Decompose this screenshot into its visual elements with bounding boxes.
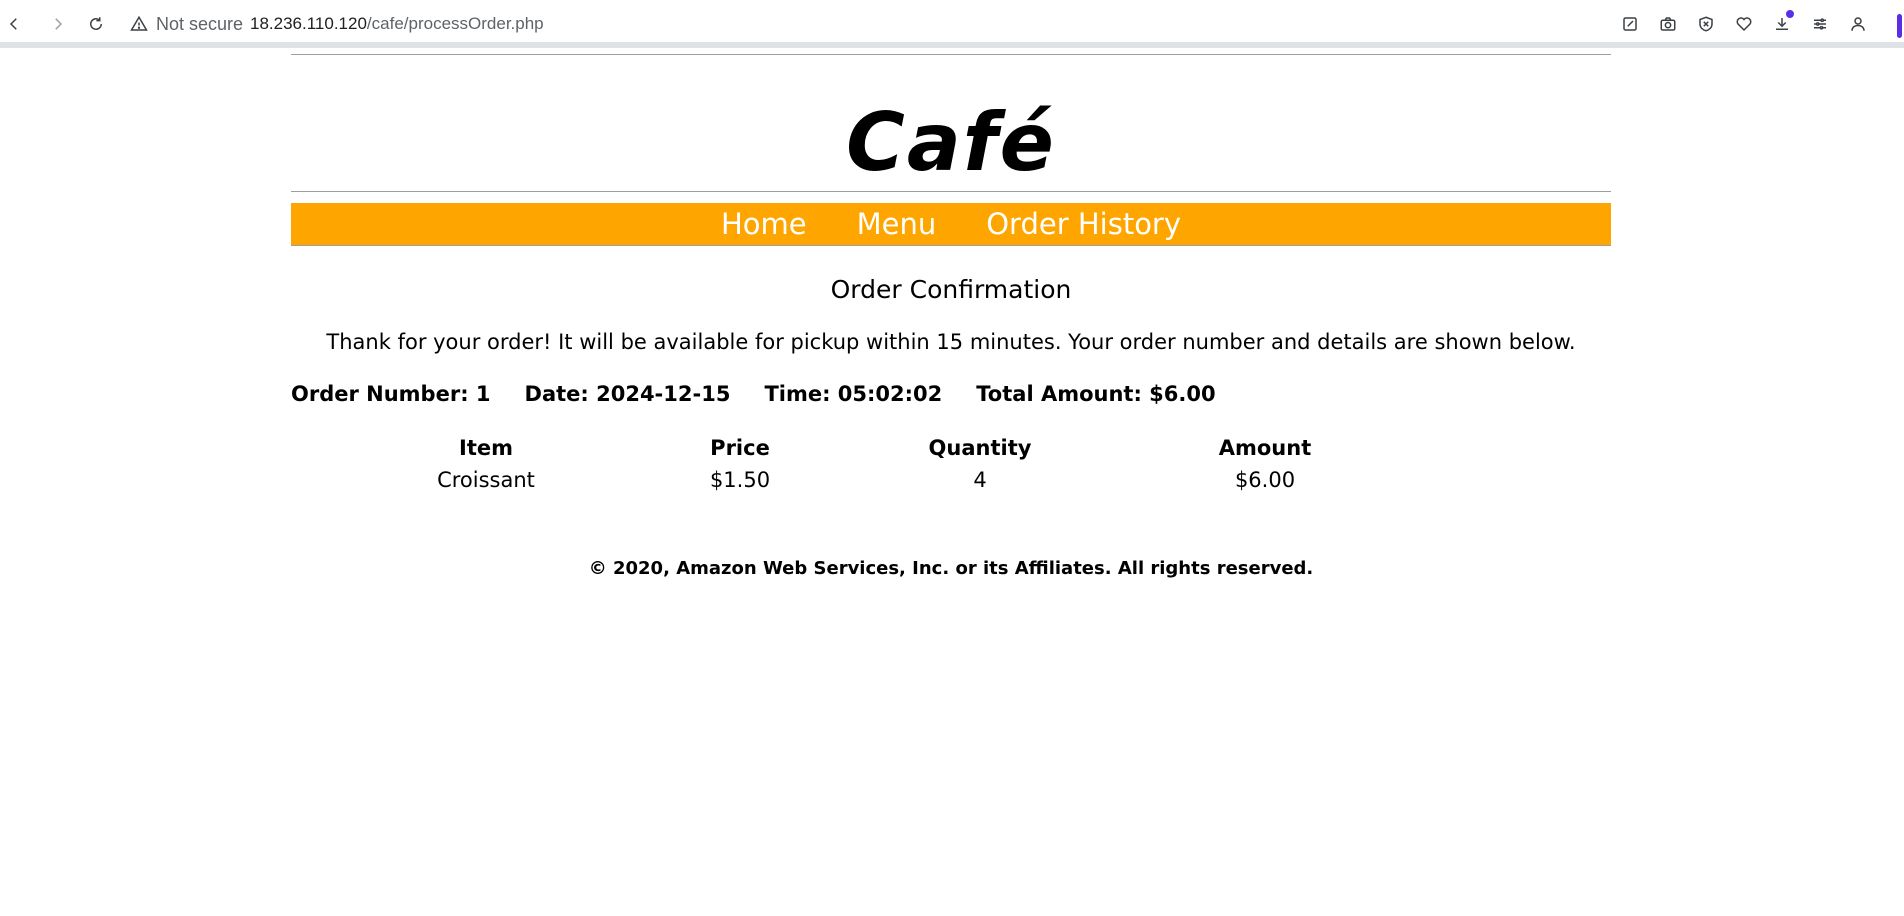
reload-icon [90,17,102,30]
screenshot-button[interactable] [1656,12,1680,36]
table-row: Croissant $1.50 4 $6.00 [348,468,1426,492]
page-content: Café Home Menu Order History Order Confi… [291,54,1611,579]
header-item: Item [459,436,513,460]
item-quantity: 4 [973,468,987,492]
item-amount: $6.00 [1234,468,1296,492]
downloads-button[interactable] [1770,10,1794,36]
camera-icon [1660,17,1676,31]
divider-top [291,54,1611,55]
divider-middle [291,191,1611,192]
profile-button[interactable] [1846,12,1870,36]
sidebar-accent[interactable] [1897,14,1902,38]
favorites-button[interactable] [1732,12,1756,36]
back-button[interactable] [2,12,26,36]
order-date: Date: 2024-12-15 [524,382,731,406]
download-badge [1786,10,1794,18]
item-price: $1.50 [709,468,771,492]
security-indicator[interactable]: Not secure [130,11,243,37]
item-name: Croissant [437,468,535,492]
order-summary: Order Number: 1 Date: 2024-12-15 Time: 0… [291,382,1611,406]
nav-menu-link[interactable]: Menu [857,207,937,241]
site-title: Café [846,96,1056,189]
header-amount: Amount [1218,436,1312,460]
order-items-table: Item Price Quantity Amount Croissant $1.… [348,436,1426,492]
browser-toolbar: Not secure 18.236.110.120/cafe/processOr… [0,0,1904,48]
warning-icon [130,15,148,31]
thank-you-message: Thank for your order! It will be availab… [326,330,1576,354]
shield-icon [1699,16,1713,32]
table-header-row: Item Price Quantity Amount [348,436,1426,468]
security-label: Not secure [156,13,244,34]
url-path: /cafe/processOrder.php [366,14,544,33]
nav-home-link[interactable]: Home [721,207,807,241]
edit-icon [1623,17,1637,31]
order-total: Total Amount: $6.00 [976,382,1216,406]
toolbar-icons [1618,10,1870,36]
order-confirmation-heading: Order Confirmation [830,275,1072,304]
edit-button[interactable] [1618,12,1642,36]
address-bar[interactable]: 18.236.110.120/cafe/processOrder.php [250,11,544,37]
order-time: Time: 05:02:02 [764,382,943,406]
settings-button[interactable] [1808,12,1832,36]
sliders-icon [1814,18,1826,30]
profile-icon [1851,17,1865,31]
header-quantity: Quantity [928,436,1032,460]
shield-button[interactable] [1694,12,1718,36]
order-number: Order Number: 1 [291,382,491,406]
nav-order-history-link[interactable]: Order History [986,207,1181,241]
divider-nav [291,245,1611,246]
back-arrow-icon [9,18,17,30]
footer-copyright: © 2020, Amazon Web Services, Inc. or its… [588,558,1314,579]
reload-button[interactable] [84,12,108,36]
url-host: 18.236.110.120 [250,14,367,33]
heart-icon [1736,17,1752,32]
forward-button[interactable] [46,12,70,36]
forward-arrow-icon [55,18,63,30]
main-navigation: Home Menu Order History [291,203,1611,245]
header-price: Price [710,436,770,460]
